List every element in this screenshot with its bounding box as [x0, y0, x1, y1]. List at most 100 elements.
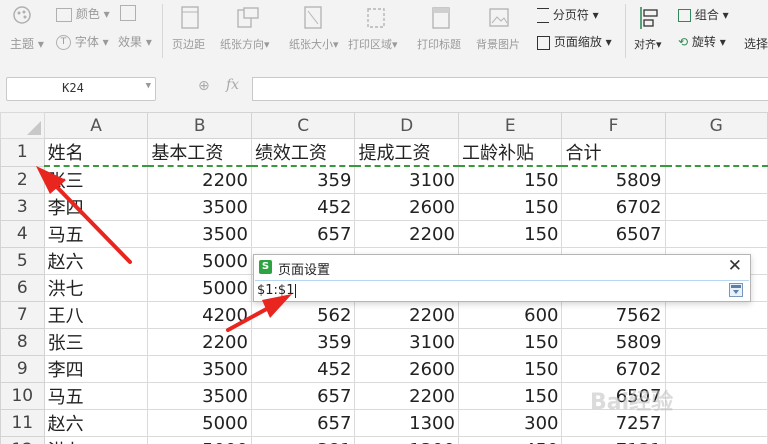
cell-g3[interactable]: [664, 193, 768, 221]
group-button[interactable]: 组合 ▾: [678, 6, 729, 23]
cell-e8[interactable]: 150: [457, 328, 563, 356]
cell-c7[interactable]: 562: [250, 301, 356, 329]
effects-icon[interactable]: [120, 5, 136, 24]
cell-d9[interactable]: 2600: [354, 355, 459, 383]
cell-b10[interactable]: 3500: [147, 382, 252, 410]
cell-g11[interactable]: [664, 409, 768, 437]
zoom-formula-icon[interactable]: ⊕: [198, 78, 210, 94]
row-header-2[interactable]: 2: [0, 165, 45, 194]
cell-d10[interactable]: 2200: [354, 382, 459, 410]
column-header-e[interactable]: E: [457, 112, 563, 139]
cell-e11[interactable]: 300: [457, 409, 563, 437]
cell-b4[interactable]: 3500: [147, 220, 252, 248]
chevron-down-icon[interactable]: ▼: [146, 81, 151, 91]
cell-g10[interactable]: [664, 382, 768, 410]
select-button[interactable]: 选择: [744, 35, 768, 52]
page-break-button[interactable]: 分页符 ▾: [537, 6, 599, 23]
cell-a4[interactable]: 马五: [43, 220, 149, 248]
formula-input[interactable]: [252, 77, 768, 101]
column-header-c[interactable]: C: [250, 112, 356, 139]
row-header-6[interactable]: 6: [0, 274, 45, 302]
cell-a1[interactable]: 姓名: [43, 138, 149, 167]
cell-e4[interactable]: 150: [457, 220, 563, 248]
cell-g8[interactable]: [664, 328, 768, 356]
cell-b12[interactable]: 5000: [147, 436, 252, 444]
collapse-dialog-icon[interactable]: [729, 283, 743, 297]
cell-b6[interactable]: 5000: [147, 274, 252, 302]
row-header-5[interactable]: 5: [0, 247, 45, 275]
color-button[interactable]: 颜色 ▾: [56, 5, 110, 22]
cell-b7[interactable]: 4200: [147, 301, 252, 329]
column-header-f[interactable]: F: [561, 112, 666, 139]
cell-g1[interactable]: [664, 138, 768, 167]
row-header-12[interactable]: 12: [0, 436, 45, 444]
row-header-4[interactable]: 4: [0, 220, 45, 248]
palette-icon[interactable]: [12, 5, 32, 28]
cell-f1[interactable]: 合计: [561, 138, 666, 167]
cell-b2[interactable]: 2200: [147, 165, 252, 194]
cell-a5[interactable]: 赵六: [43, 247, 149, 275]
cell-a11[interactable]: 赵六: [43, 409, 149, 437]
effects-button[interactable]: 效果 ▾: [118, 33, 152, 50]
cell-g2[interactable]: [664, 165, 768, 194]
name-box[interactable]: K24 ▼: [6, 77, 156, 101]
cell-f12[interactable]: 7131: [561, 436, 666, 444]
cell-b5[interactable]: 5000: [147, 247, 252, 275]
cell-d8[interactable]: 3100: [354, 328, 459, 356]
cell-c11[interactable]: 657: [250, 409, 356, 437]
cell-d1[interactable]: 提成工资: [354, 138, 459, 167]
cell-a9[interactable]: 李四: [43, 355, 149, 383]
cell-c12[interactable]: 381: [250, 436, 356, 444]
column-header-d[interactable]: D: [354, 112, 459, 139]
row-header-11[interactable]: 11: [0, 409, 45, 437]
cell-b9[interactable]: 3500: [147, 355, 252, 383]
cell-a3[interactable]: 李四: [43, 193, 149, 221]
cell-f9[interactable]: 6702: [561, 355, 666, 383]
cell-c2[interactable]: 359: [250, 165, 356, 194]
cell-c4[interactable]: 657: [250, 220, 356, 248]
cell-a10[interactable]: 马五: [43, 382, 149, 410]
fx-icon[interactable]: fx: [226, 77, 239, 93]
row-header-8[interactable]: 8: [0, 328, 45, 356]
cell-b11[interactable]: 5000: [147, 409, 252, 437]
cell-e3[interactable]: 150: [457, 193, 563, 221]
cell-a8[interactable]: 张三: [43, 328, 149, 356]
cell-e7[interactable]: 600: [457, 301, 563, 329]
column-header-g[interactable]: G: [664, 112, 768, 139]
cell-a6[interactable]: 洪七: [43, 274, 149, 302]
cell-e12[interactable]: 450: [457, 436, 563, 444]
cell-c3[interactable]: 452: [250, 193, 356, 221]
cell-e2[interactable]: 150: [457, 165, 563, 194]
cell-g12[interactable]: [664, 436, 768, 444]
close-icon[interactable]: ✕: [728, 256, 742, 276]
cell-c1[interactable]: 绩效工资: [250, 138, 356, 167]
theme-button[interactable]: 主题 ▾: [10, 35, 44, 52]
cell-g7[interactable]: [664, 301, 768, 329]
row-header-7[interactable]: 7: [0, 301, 45, 329]
cell-e10[interactable]: 150: [457, 382, 563, 410]
row-header-9[interactable]: 9: [0, 355, 45, 383]
select-all-corner[interactable]: [0, 112, 45, 139]
cell-f3[interactable]: 6702: [561, 193, 666, 221]
cell-d3[interactable]: 2600: [354, 193, 459, 221]
column-header-b[interactable]: B: [147, 112, 252, 139]
cell-d11[interactable]: 1300: [354, 409, 459, 437]
page-zoom-button[interactable]: 页面缩放 ▾: [537, 33, 612, 50]
cell-e1[interactable]: 工龄补贴: [457, 138, 563, 167]
cell-a7[interactable]: 王八: [43, 301, 149, 329]
cell-f4[interactable]: 6507: [561, 220, 666, 248]
cell-g9[interactable]: [664, 355, 768, 383]
cell-f8[interactable]: 5809: [561, 328, 666, 356]
cell-a12[interactable]: 洪七: [43, 436, 149, 444]
cell-f7[interactable]: 7562: [561, 301, 666, 329]
cell-g4[interactable]: [664, 220, 768, 248]
row-header-3[interactable]: 3: [0, 193, 45, 221]
cell-d12[interactable]: 1300: [354, 436, 459, 444]
cell-d7[interactable]: 2200: [354, 301, 459, 329]
rotate-button[interactable]: ⟲ 旋转 ▾: [678, 33, 726, 50]
column-header-a[interactable]: A: [43, 112, 149, 139]
cell-d2[interactable]: 3100: [354, 165, 459, 194]
cell-c10[interactable]: 657: [250, 382, 356, 410]
cell-d4[interactable]: 2200: [354, 220, 459, 248]
row-header-1[interactable]: 1: [0, 138, 45, 167]
